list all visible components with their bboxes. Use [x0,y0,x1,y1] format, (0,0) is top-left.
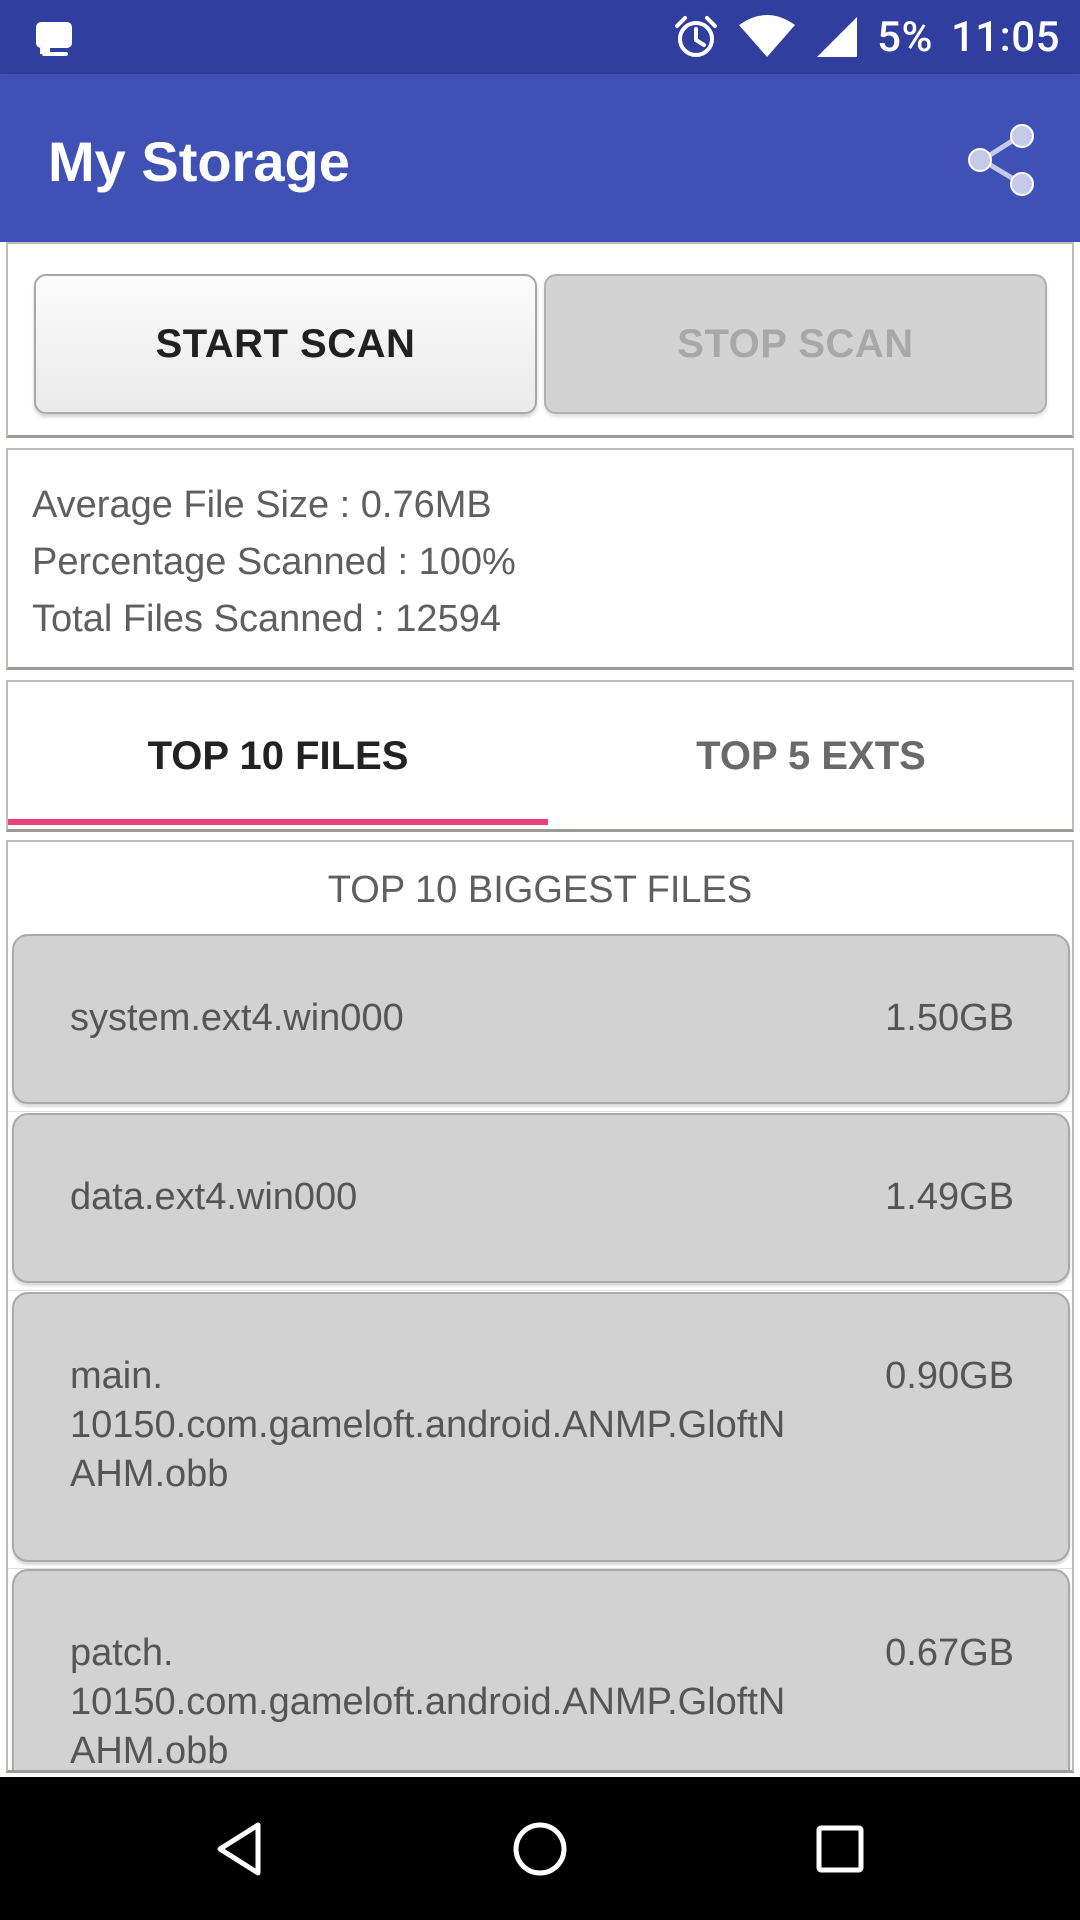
list-item[interactable]: patch. 10150.com.gameloft.android.ANMP.G… [12,1569,1070,1772]
list-item[interactable]: main. 10150.com.gameloft.android.ANMP.Gl… [12,1292,1070,1562]
tab-bar: TOP 10 FILES TOP 5 EXTS [6,680,1074,832]
file-size: 1.49GB [885,1176,1014,1218]
battery-percent: 5% [877,12,933,62]
app-bar: My Storage [0,74,1080,242]
file-name: system.ext4.win000 [70,997,404,1039]
home-button[interactable] [498,1807,582,1891]
biggest-files-card: TOP 10 BIGGEST FILES system.ext4.win000 … [6,840,1074,1773]
percentage-scanned: Percentage Scanned : 100% [32,541,516,583]
average-file-size: Average File Size : 0.76MB [32,484,492,526]
alarm-icon [673,14,719,60]
clock: 11:05 [950,12,1060,62]
tab-selected-indicator [8,819,548,825]
recents-icon [816,1825,864,1873]
tab-top-10-files[interactable]: TOP 10 FILES [8,682,548,830]
scan-stats-card: Average File Size : 0.76MB Percentage Sc… [6,448,1074,670]
status-bar: 5% 11:05 [0,0,1080,74]
file-name: main. 10150.com.gameloft.android.ANMP.Gl… [70,1355,786,1495]
home-icon [513,1822,567,1876]
notification-app-icon [34,18,74,58]
share-icon [968,124,1034,196]
wifi-icon [737,15,797,59]
app-title: My Storage [48,130,350,193]
list-item[interactable]: system.ext4.win000 1.50GB [12,934,1070,1104]
recents-button[interactable] [798,1807,882,1891]
file-size: 1.50GB [885,997,1014,1039]
file-size: 0.90GB [885,1355,1014,1397]
start-scan-button[interactable]: START SCAN [34,274,537,414]
list-heading: TOP 10 BIGGEST FILES [327,868,753,911]
list-item[interactable]: data.ext4.win000 1.49GB [12,1113,1070,1283]
file-size: 0.67GB [885,1632,1014,1674]
share-button[interactable] [964,122,1040,198]
back-icon [217,1822,261,1876]
main-content: START SCAN STOP SCAN Average File Size :… [0,242,1080,1777]
scan-controls-card: START SCAN STOP SCAN [6,242,1074,438]
row-divider [8,1111,1072,1112]
signal-icon [815,15,859,59]
file-name: patch. 10150.com.gameloft.android.ANMP.G… [70,1632,786,1772]
row-divider [8,1290,1072,1291]
back-button[interactable] [198,1807,282,1891]
system-nav-bar [0,1777,1080,1920]
file-name: data.ext4.win000 [70,1176,358,1218]
total-files-scanned: Total Files Scanned : 12594 [32,598,501,640]
stop-scan-button[interactable]: STOP SCAN [544,274,1047,414]
tab-top-5-exts[interactable]: TOP 5 EXTS [548,682,1074,830]
